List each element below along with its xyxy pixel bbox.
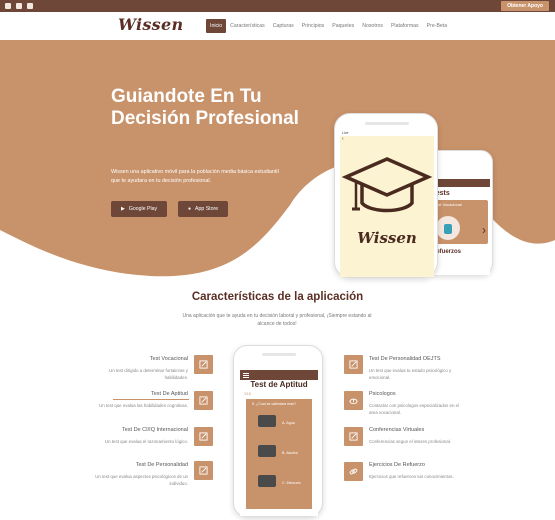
feature-test-vocacional: Test Vocacional Un test dirigido a deter… <box>93 356 188 381</box>
feature-title: Test Vocacional <box>149 356 188 362</box>
logo[interactable]: Wissen <box>118 15 183 34</box>
google-play-button[interactable]: ▶ Google Play <box>111 201 168 217</box>
feature-title: Test De Aptitud <box>151 391 188 397</box>
features-subtitle: Una aplicación que te ayuda en tu decisi… <box>182 313 372 327</box>
instagram-icon[interactable] <box>27 3 33 9</box>
menu-icon[interactable] <box>243 373 249 374</box>
feature-title: Test De CI/IQ Internacional <box>121 427 188 433</box>
option-a[interactable]: A. Agua <box>282 421 295 425</box>
chevron-right-icon[interactable]: › <box>482 223 486 237</box>
feature-desc: Conferencias segun el interes profesiona… <box>369 439 452 444</box>
question-text: 5. ¿Cual se calentara mas? <box>252 402 296 406</box>
twitter-icon[interactable] <box>16 3 22 9</box>
nav-item-caracteristicas[interactable]: Características <box>226 19 269 33</box>
feature-title: Test De Personalidad <box>135 462 188 468</box>
nav-item-plataformas[interactable]: Plataformas <box>387 19 423 33</box>
app-store-button[interactable]: ● App Store <box>178 201 229 217</box>
phone-mockup-aptitud: Test de Aptitud 1/15 5. ¿Cual se calenta… <box>233 345 323 517</box>
tests-card[interactable]: Test Vocacional <box>432 200 488 244</box>
google-play-label: Google Play <box>128 206 158 212</box>
edit-icon[interactable] <box>194 391 213 410</box>
phone-screen-aptitud: Test de Aptitud 1/15 5. ¿Cual se calenta… <box>240 370 318 516</box>
feature-title: Ejercicios De Refuerzo <box>369 462 425 468</box>
phone-screen-main: Live ‹ Wissen <box>340 131 434 277</box>
edit-icon[interactable] <box>344 355 363 374</box>
hero-title: Guiandote En Tu Decisión Profesional <box>111 86 299 129</box>
feature-desc: Un test que evalua aspectos psicológicos… <box>95 474 188 486</box>
feature-conferencias: Conferencias Virtuales Conferencias segu… <box>369 427 464 445</box>
feature-desc: Un test que evalua tu estado psicológico… <box>369 368 452 380</box>
edit-icon[interactable] <box>194 461 213 480</box>
feature-desc: Contactar con psicologos especializados … <box>369 403 460 415</box>
tests-title: Tests <box>432 190 450 197</box>
hero-description: Wissen una aplicativo móvil para la pobl… <box>111 169 279 184</box>
edit-icon[interactable] <box>194 355 213 374</box>
top-bar: Obtener Apoyo <box>0 0 555 12</box>
play-icon: ▶ <box>121 206 125 212</box>
tests-bottom-label: Refuerzos <box>432 249 462 255</box>
phone-logo: Wissen <box>357 229 417 247</box>
cloud-upload-icon[interactable] <box>344 391 363 410</box>
phone-question-card: 5. ¿Cual se calentara mas? A. Agua B. Al… <box>246 399 312 509</box>
option-c[interactable]: C. Mercurio <box>282 481 301 485</box>
phone-screen-tests: Tests Test Vocacional Refuerzos <box>430 179 490 275</box>
phone-progress: 1/15 <box>244 392 251 396</box>
feature-desc: Un test que evalua las habilidades cogni… <box>99 403 188 408</box>
feature-test-personalidad: Test De Personalidad Un test que evalua … <box>93 462 188 487</box>
feature-test-aptitud: Test De Aptitud Un test que evalua las h… <box>93 391 188 409</box>
feature-oejts: Test De Personalidad OEJTS Un test que e… <box>369 356 464 381</box>
nav-item-paquetes[interactable]: Paquetes <box>328 19 358 33</box>
nav-item-capturas[interactable]: Capturas <box>269 19 298 33</box>
nav-item-pre-beta[interactable]: Pre-Beta <box>423 19 451 33</box>
phone-mockup-main: Live ‹ Wissen <box>334 113 438 278</box>
support-button[interactable]: Obtener Apoyo <box>501 1 549 11</box>
nav-item-nosotros[interactable]: Nosotros <box>358 19 387 33</box>
option-b[interactable]: B. Alcohol <box>282 451 298 455</box>
app-store-label: App Store <box>195 206 219 212</box>
divider <box>113 399 189 400</box>
pot-icon <box>258 415 276 427</box>
nav-menu: Inicio Características Capturas Principi… <box>206 19 451 33</box>
phone-test-title: Test de Aptitud <box>240 380 318 389</box>
pot-icon <box>258 475 276 487</box>
nav-item-principios[interactable]: Principios <box>298 19 329 33</box>
features-title: Características de la aplicación <box>191 291 364 303</box>
pot-icon <box>258 445 276 457</box>
feature-title: Test De Personalidad OEJTS <box>369 356 441 362</box>
edit-icon[interactable] <box>194 427 213 446</box>
phone-back-icon[interactable]: ‹ <box>340 136 434 142</box>
apple-icon: ● <box>188 206 192 212</box>
facebook-icon[interactable] <box>5 3 11 9</box>
feature-psicologos: Psicologos Contactar con psicologos espe… <box>369 391 464 416</box>
feature-desc: Un test que evalua el razonamiento lógic… <box>105 439 188 444</box>
tests-card-label: Test Vocacional <box>434 202 462 207</box>
edit-icon[interactable] <box>344 427 363 446</box>
link-icon[interactable] <box>344 462 363 481</box>
feature-desc: Ejercicios que refuercen tus conocimient… <box>369 474 454 479</box>
nav-item-inicio[interactable]: Inicio <box>206 19 227 33</box>
feature-ejercicios: Ejercicios De Refuerzo Ejercicios que re… <box>369 462 464 480</box>
feature-title: Psicologos <box>369 391 396 397</box>
feature-test-ciiq: Test De CI/IQ Internacional Un test que … <box>93 427 188 445</box>
feature-title: Conferencias Virtuales <box>369 427 425 433</box>
feature-desc: Un test dirigido a determinar fortalezas… <box>109 368 188 380</box>
